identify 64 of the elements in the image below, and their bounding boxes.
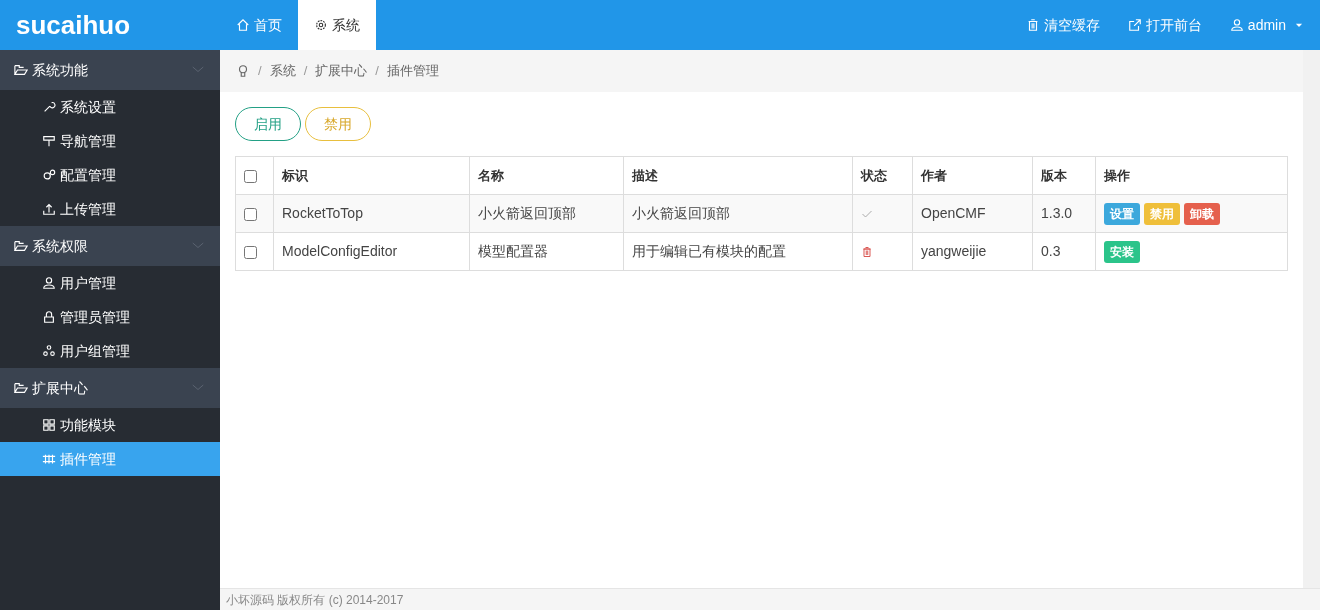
- lightbulb-icon: [236, 63, 250, 79]
- table-cell: yangweijie: [912, 232, 1033, 271]
- table-cell: 用于编辑已有模块的配置: [623, 232, 853, 271]
- home-icon: [236, 18, 250, 32]
- signpost-icon: [42, 134, 56, 148]
- column-header: 状态: [852, 156, 913, 195]
- column-header: 名称: [469, 156, 624, 195]
- sidebar-item[interactable]: 管理员管理: [0, 300, 220, 334]
- sidebar-group[interactable]: 系统权限: [0, 226, 220, 266]
- enable-button[interactable]: 启用: [235, 107, 301, 141]
- table-cell: 小火箭返回顶部: [623, 194, 853, 233]
- header-link[interactable]: admin: [1229, 14, 1304, 36]
- breadcrumb-separator: /: [375, 62, 379, 81]
- table-cell: OpenCMF: [912, 194, 1033, 233]
- sidebar-item[interactable]: 配置管理: [0, 158, 220, 192]
- scrollbar[interactable]: [1303, 50, 1320, 588]
- table-cell: 1.3.0: [1032, 194, 1096, 233]
- folder-icon: [14, 239, 28, 253]
- breadcrumb-link[interactable]: 插件管理: [386, 61, 439, 81]
- upload-icon: [42, 202, 56, 216]
- column-header: 作者: [912, 156, 1033, 195]
- grid-icon: [42, 418, 56, 432]
- cogs-icon: [42, 168, 56, 182]
- breadcrumb-link[interactable]: 扩展中心: [315, 61, 368, 81]
- folder-icon: [14, 381, 28, 395]
- table-cell: ModelConfigEditor: [273, 232, 470, 271]
- user-icon: [42, 276, 56, 290]
- select-all-checkbox[interactable]: [244, 169, 257, 183]
- copyright-text: 小坏源码 版权所有 (c) 2014-2017: [226, 591, 404, 609]
- user-icon: [1229, 18, 1244, 32]
- column-header: 操作: [1095, 156, 1288, 195]
- header-link[interactable]: 清空缓存: [1025, 14, 1100, 36]
- nav-tab[interactable]: 首页: [220, 0, 298, 50]
- table-cell: 小火箭返回顶部: [469, 194, 624, 233]
- external-link-icon: [1127, 18, 1142, 32]
- header-link[interactable]: 打开前台: [1127, 14, 1202, 36]
- uninstall-button[interactable]: 卸载: [1184, 202, 1220, 225]
- table-cell: 模型配置器: [469, 232, 624, 271]
- row-checkbox[interactable]: [244, 245, 257, 259]
- table-cell: 0.3: [1032, 232, 1096, 271]
- column-header: 描述: [623, 156, 853, 195]
- gear-icon: [314, 18, 328, 32]
- sidebar-item[interactable]: 用户组管理: [0, 334, 220, 368]
- folder-icon: [14, 63, 28, 77]
- sidebar-group[interactable]: 系统功能: [0, 50, 220, 90]
- breadcrumb-link[interactable]: 系统: [269, 61, 296, 81]
- lock-icon: [42, 310, 56, 324]
- wrench-icon: [42, 100, 56, 114]
- table-cell: RocketToTop: [273, 194, 470, 233]
- nav-tab[interactable]: 系统: [298, 0, 376, 50]
- sidebar-item[interactable]: 系统设置: [0, 90, 220, 124]
- sidebar-item[interactable]: 用户管理: [0, 266, 220, 300]
- breadcrumb-separator: /: [258, 62, 262, 81]
- row-checkbox[interactable]: [244, 207, 257, 221]
- sidebar-item[interactable]: 功能模块: [0, 408, 220, 442]
- sidebar-item[interactable]: 上传管理: [0, 192, 220, 226]
- column-header: 标识: [273, 156, 470, 195]
- plugin-icon: [42, 452, 56, 466]
- breadcrumb-separator: /: [303, 62, 308, 81]
- sidebar-item[interactable]: 导航管理: [0, 124, 220, 158]
- column-header: 版本: [1032, 156, 1096, 195]
- brand-logo[interactable]: sucaihuo: [0, 0, 220, 50]
- sidebar-group[interactable]: 扩展中心: [0, 368, 220, 408]
- group-icon: [42, 344, 56, 358]
